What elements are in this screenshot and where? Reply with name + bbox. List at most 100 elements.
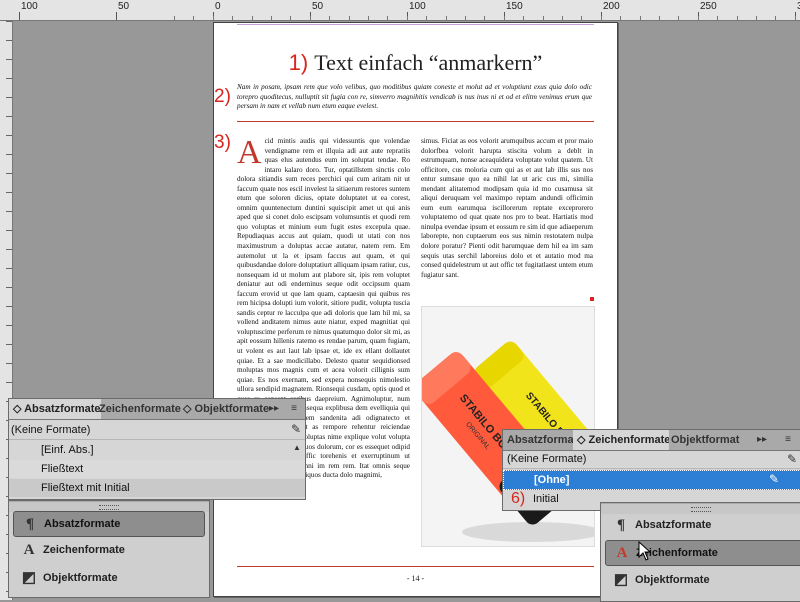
ruler-minor-tick xyxy=(252,16,253,20)
text-overflow-marker[interactable] xyxy=(590,297,594,301)
ruler-major-tick xyxy=(19,12,20,20)
style-item-label: [Einf. Abs.] xyxy=(41,444,94,456)
ruler-tick xyxy=(6,344,12,345)
object-style-icon: ◩ xyxy=(613,572,629,588)
ruler-minor-tick xyxy=(601,16,602,20)
ruler-minor-tick xyxy=(504,16,505,20)
current-style-row: (Keine Formate) xyxy=(503,450,800,469)
pencil-icon[interactable]: ✎ xyxy=(787,452,797,466)
ruler-minor-tick xyxy=(756,16,757,20)
panel-tab-bar: Absatzformate ◇ Zeichenformate Objektfor… xyxy=(503,430,800,451)
mouse-cursor-icon xyxy=(638,541,652,561)
ruler-label: 100 xyxy=(21,1,38,12)
ruler-tick xyxy=(6,211,12,212)
marker-1: 1) xyxy=(288,50,309,75)
marker-3: 3) xyxy=(214,132,231,153)
ruler-minor-tick xyxy=(620,16,621,20)
panel-menu-button[interactable]: ≡ xyxy=(287,402,301,416)
ruler-minor-tick xyxy=(775,16,776,20)
tab-objektformate[interactable]: Objektformat xyxy=(667,430,749,450)
ruler-minor-tick xyxy=(310,16,311,20)
ruler-label: 50 xyxy=(118,1,130,12)
character-style-icon: A xyxy=(616,545,628,561)
character-styles-panel: Absatzformate ◇ Zeichenformate Objektfor… xyxy=(502,429,800,511)
paragraph-icon: ¶ xyxy=(616,517,626,533)
text-column-right: simus. Ficiat as eos volorit arumquibus … xyxy=(421,137,593,302)
expand-panel-button[interactable]: ▸▸ xyxy=(267,402,281,416)
ruler-minor-tick xyxy=(407,16,408,20)
ruler-tick xyxy=(6,230,12,231)
ruler-minor-tick xyxy=(446,16,447,20)
tab-absatzformate[interactable]: ◇ Absatzformate xyxy=(9,399,101,419)
tab-zeichenformate[interactable]: ◇ Zeichenformate xyxy=(573,430,669,450)
tab-absatzformate[interactable]: Absatzformate xyxy=(503,430,579,450)
ruler-label: 250 xyxy=(700,1,717,12)
red-rule-bottom xyxy=(237,566,594,567)
ruler-tick xyxy=(6,173,12,174)
column-right-text: simus. Ficiat as eos volorit arumquibus … xyxy=(421,137,593,279)
drop-cap: A xyxy=(237,137,262,171)
ruler-tick xyxy=(6,325,12,326)
ruler-minor-tick xyxy=(387,16,388,20)
style-item-label: Initial xyxy=(533,493,559,505)
panel-tab-bar: ◇ Absatzformate Zeichenformate ◇ Objektf… xyxy=(9,399,305,420)
ruler-minor-tick xyxy=(737,16,738,20)
ruler-tick xyxy=(6,249,12,250)
page-title: 1) Text einfach “anmarkern” xyxy=(237,50,594,76)
horizontal-ruler[interactable]: 10050050100150200250300350 xyxy=(0,0,800,21)
dock-item-objektformate[interactable]: ◩ Objektformate xyxy=(605,568,795,592)
dock-item-absatzformate[interactable]: ¶ Absatzformate xyxy=(13,511,205,537)
ruler-minor-tick xyxy=(581,16,582,20)
dock-item-zeichenformate[interactable]: A Zeichenformate xyxy=(13,538,203,562)
ruler-minor-tick xyxy=(717,16,718,20)
tab-objektformate[interactable]: ◇ Objektformate xyxy=(179,399,271,419)
ruler-label: 50 xyxy=(312,1,324,12)
dock-item-absatzformate[interactable]: ¶ Absatzformate xyxy=(605,513,795,537)
style-item-fliesstext-mit-initial[interactable]: Fließtext mit Initial xyxy=(9,479,305,497)
ruler-minor-tick xyxy=(426,16,427,20)
ruler-minor-tick xyxy=(213,16,214,20)
ruler-tick xyxy=(6,78,12,79)
ruler-minor-tick xyxy=(640,16,641,20)
expand-panel-button[interactable]: ▸▸ xyxy=(755,433,769,447)
ruler-minor-tick xyxy=(543,16,544,20)
intro-paragraph: Nam in posam, ipsam rem que volo velibus… xyxy=(237,83,592,111)
ruler-label: 0 xyxy=(215,1,221,12)
ruler-tick xyxy=(6,363,12,364)
ruler-minor-tick xyxy=(329,16,330,20)
ruler-minor-tick xyxy=(349,16,350,20)
edit-style-icon[interactable]: ✎ xyxy=(769,472,779,486)
style-item-einf-abs[interactable]: [Einf. Abs.] xyxy=(9,441,305,459)
margin-guide xyxy=(237,24,594,25)
ruler-minor-tick xyxy=(562,16,563,20)
ruler-minor-tick xyxy=(193,16,194,20)
panel-menu-button[interactable]: ≡ xyxy=(781,433,795,447)
ruler-tick xyxy=(6,192,12,193)
object-style-icon: ◩ xyxy=(21,570,37,586)
ruler-tick xyxy=(6,97,12,98)
style-item-ohne[interactable]: [Ohne] xyxy=(503,470,800,490)
style-item-label: [Ohne] xyxy=(534,474,570,486)
style-item-fliesstext[interactable]: Fließtext xyxy=(9,460,305,478)
ruler-minor-tick xyxy=(678,16,679,20)
ruler-tick xyxy=(6,135,12,136)
red-rule-top xyxy=(237,121,594,122)
ruler-tick xyxy=(6,382,12,383)
current-style-label: (Keine Formate) xyxy=(11,424,91,436)
tab-zeichenformate[interactable]: Zeichenformate xyxy=(95,399,185,419)
style-item-label: Fließtext xyxy=(41,463,84,475)
ruler-tick xyxy=(6,116,12,117)
paragraph-styles-panel: ◇ Absatzformate Zeichenformate ◇ Objektf… xyxy=(8,398,306,500)
ruler-minor-tick xyxy=(232,16,233,20)
pencil-icon[interactable]: ✎ xyxy=(291,422,301,436)
ruler-minor-tick xyxy=(659,16,660,20)
ruler-minor-tick xyxy=(523,16,524,20)
ruler-minor-tick xyxy=(271,16,272,20)
dock-item-objektformate[interactable]: ◩ Objektformate xyxy=(13,566,203,590)
dock-item-zeichenformate[interactable]: A Zeichenformate xyxy=(605,540,800,566)
ruler-label: 200 xyxy=(603,1,620,12)
ruler-tick xyxy=(6,40,12,41)
scroll-up-arrow[interactable]: ▲ xyxy=(293,443,301,452)
ruler-tick xyxy=(6,154,12,155)
ruler-minor-tick xyxy=(290,16,291,20)
